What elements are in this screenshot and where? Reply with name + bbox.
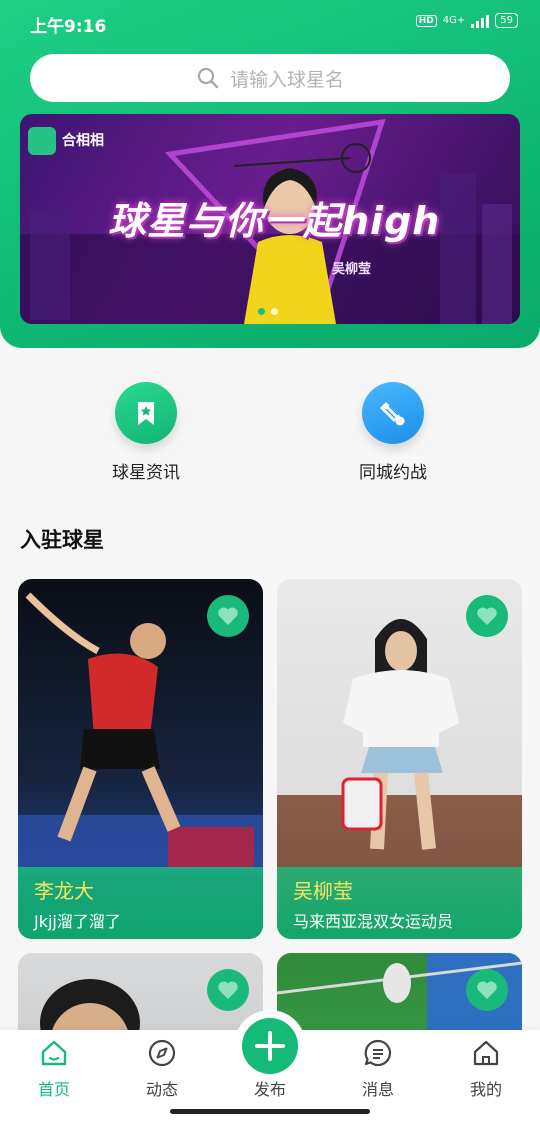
banner-carousel[interactable]: 合相相 球星与你一起high 吴柳莹	[20, 114, 520, 324]
nav-profile-label: 我的	[469, 1080, 502, 1099]
star-news-entry[interactable]: 球星资讯	[71, 382, 221, 483]
card-caption: 李龙大 Jkjj溜了溜了	[18, 867, 263, 939]
nav-home[interactable]: 首页	[14, 1036, 94, 1100]
header: 上午9:16 HD 4G+ 59 请输入球星名 合相相 球星与你一起high 吴…	[0, 0, 540, 348]
player-name: 吴柳莹	[293, 879, 353, 903]
shuttlecock-icon	[362, 382, 424, 444]
nav-feed[interactable]: 动态	[122, 1036, 202, 1100]
favorite-button[interactable]	[466, 969, 508, 1011]
logo-text: 合相相	[62, 133, 104, 149]
nav-profile[interactable]: 我的	[446, 1036, 526, 1100]
player-name: 李龙大	[34, 879, 94, 903]
star-news-label: 球星资讯	[112, 463, 180, 483]
signal-icon	[471, 14, 490, 28]
battery-icon: 59	[495, 13, 518, 28]
plus-icon	[242, 1018, 298, 1074]
banner-pagination	[258, 308, 278, 315]
heart-icon	[218, 607, 238, 625]
banner-dot[interactable]	[271, 308, 278, 315]
search-icon	[197, 67, 219, 89]
status-icons: HD 4G+ 59	[415, 13, 518, 28]
bookmark-star-icon	[115, 382, 177, 444]
nav-messages-label: 消息	[361, 1080, 394, 1099]
search-input[interactable]: 请输入球星名	[30, 54, 510, 102]
favorite-button[interactable]	[207, 595, 249, 637]
player-card[interactable]: 吴柳莹 马来西亚混双女运动员	[277, 579, 522, 939]
card-caption: 吴柳莹 马来西亚混双女运动员	[277, 867, 522, 939]
profile-home-icon	[469, 1036, 503, 1070]
status-time: 上午9:16	[30, 17, 107, 37]
player-description: 马来西亚混双女运动员	[293, 912, 454, 931]
banner-player-name: 吴柳莹	[332, 262, 372, 277]
heart-icon	[477, 981, 497, 999]
home-indicator[interactable]	[170, 1109, 370, 1114]
heart-icon	[218, 981, 238, 999]
logo-icon	[28, 127, 56, 155]
section-title: 入驻球星	[20, 528, 104, 552]
banner-dot-active[interactable]	[258, 308, 265, 315]
nav-messages[interactable]: 消息	[338, 1036, 418, 1100]
network-type: 4G+	[442, 15, 466, 26]
publish-button[interactable]	[234, 1010, 306, 1082]
nav-home-label: 首页	[37, 1080, 70, 1099]
nav-feed-label: 动态	[145, 1080, 178, 1099]
home-icon	[37, 1036, 71, 1070]
local-match-label: 同城约战	[359, 463, 427, 483]
local-match-entry[interactable]: 同城约战	[318, 382, 468, 483]
search-placeholder: 请输入球星名	[229, 68, 344, 91]
favorite-button[interactable]	[466, 595, 508, 637]
player-card[interactable]: 李龙大 Jkjj溜了溜了	[18, 579, 263, 939]
message-icon	[361, 1036, 395, 1070]
heart-icon	[477, 607, 497, 625]
compass-icon	[145, 1036, 179, 1070]
banner-title: 球星与你一起high	[108, 199, 441, 243]
status-bar: 上午9:16 HD 4G+ 59	[0, 0, 540, 46]
player-description: Jkjj溜了溜了	[34, 912, 121, 931]
banner-logo: 合相相	[28, 124, 124, 158]
hd-badge: HD	[415, 14, 437, 27]
favorite-button[interactable]	[207, 969, 249, 1011]
